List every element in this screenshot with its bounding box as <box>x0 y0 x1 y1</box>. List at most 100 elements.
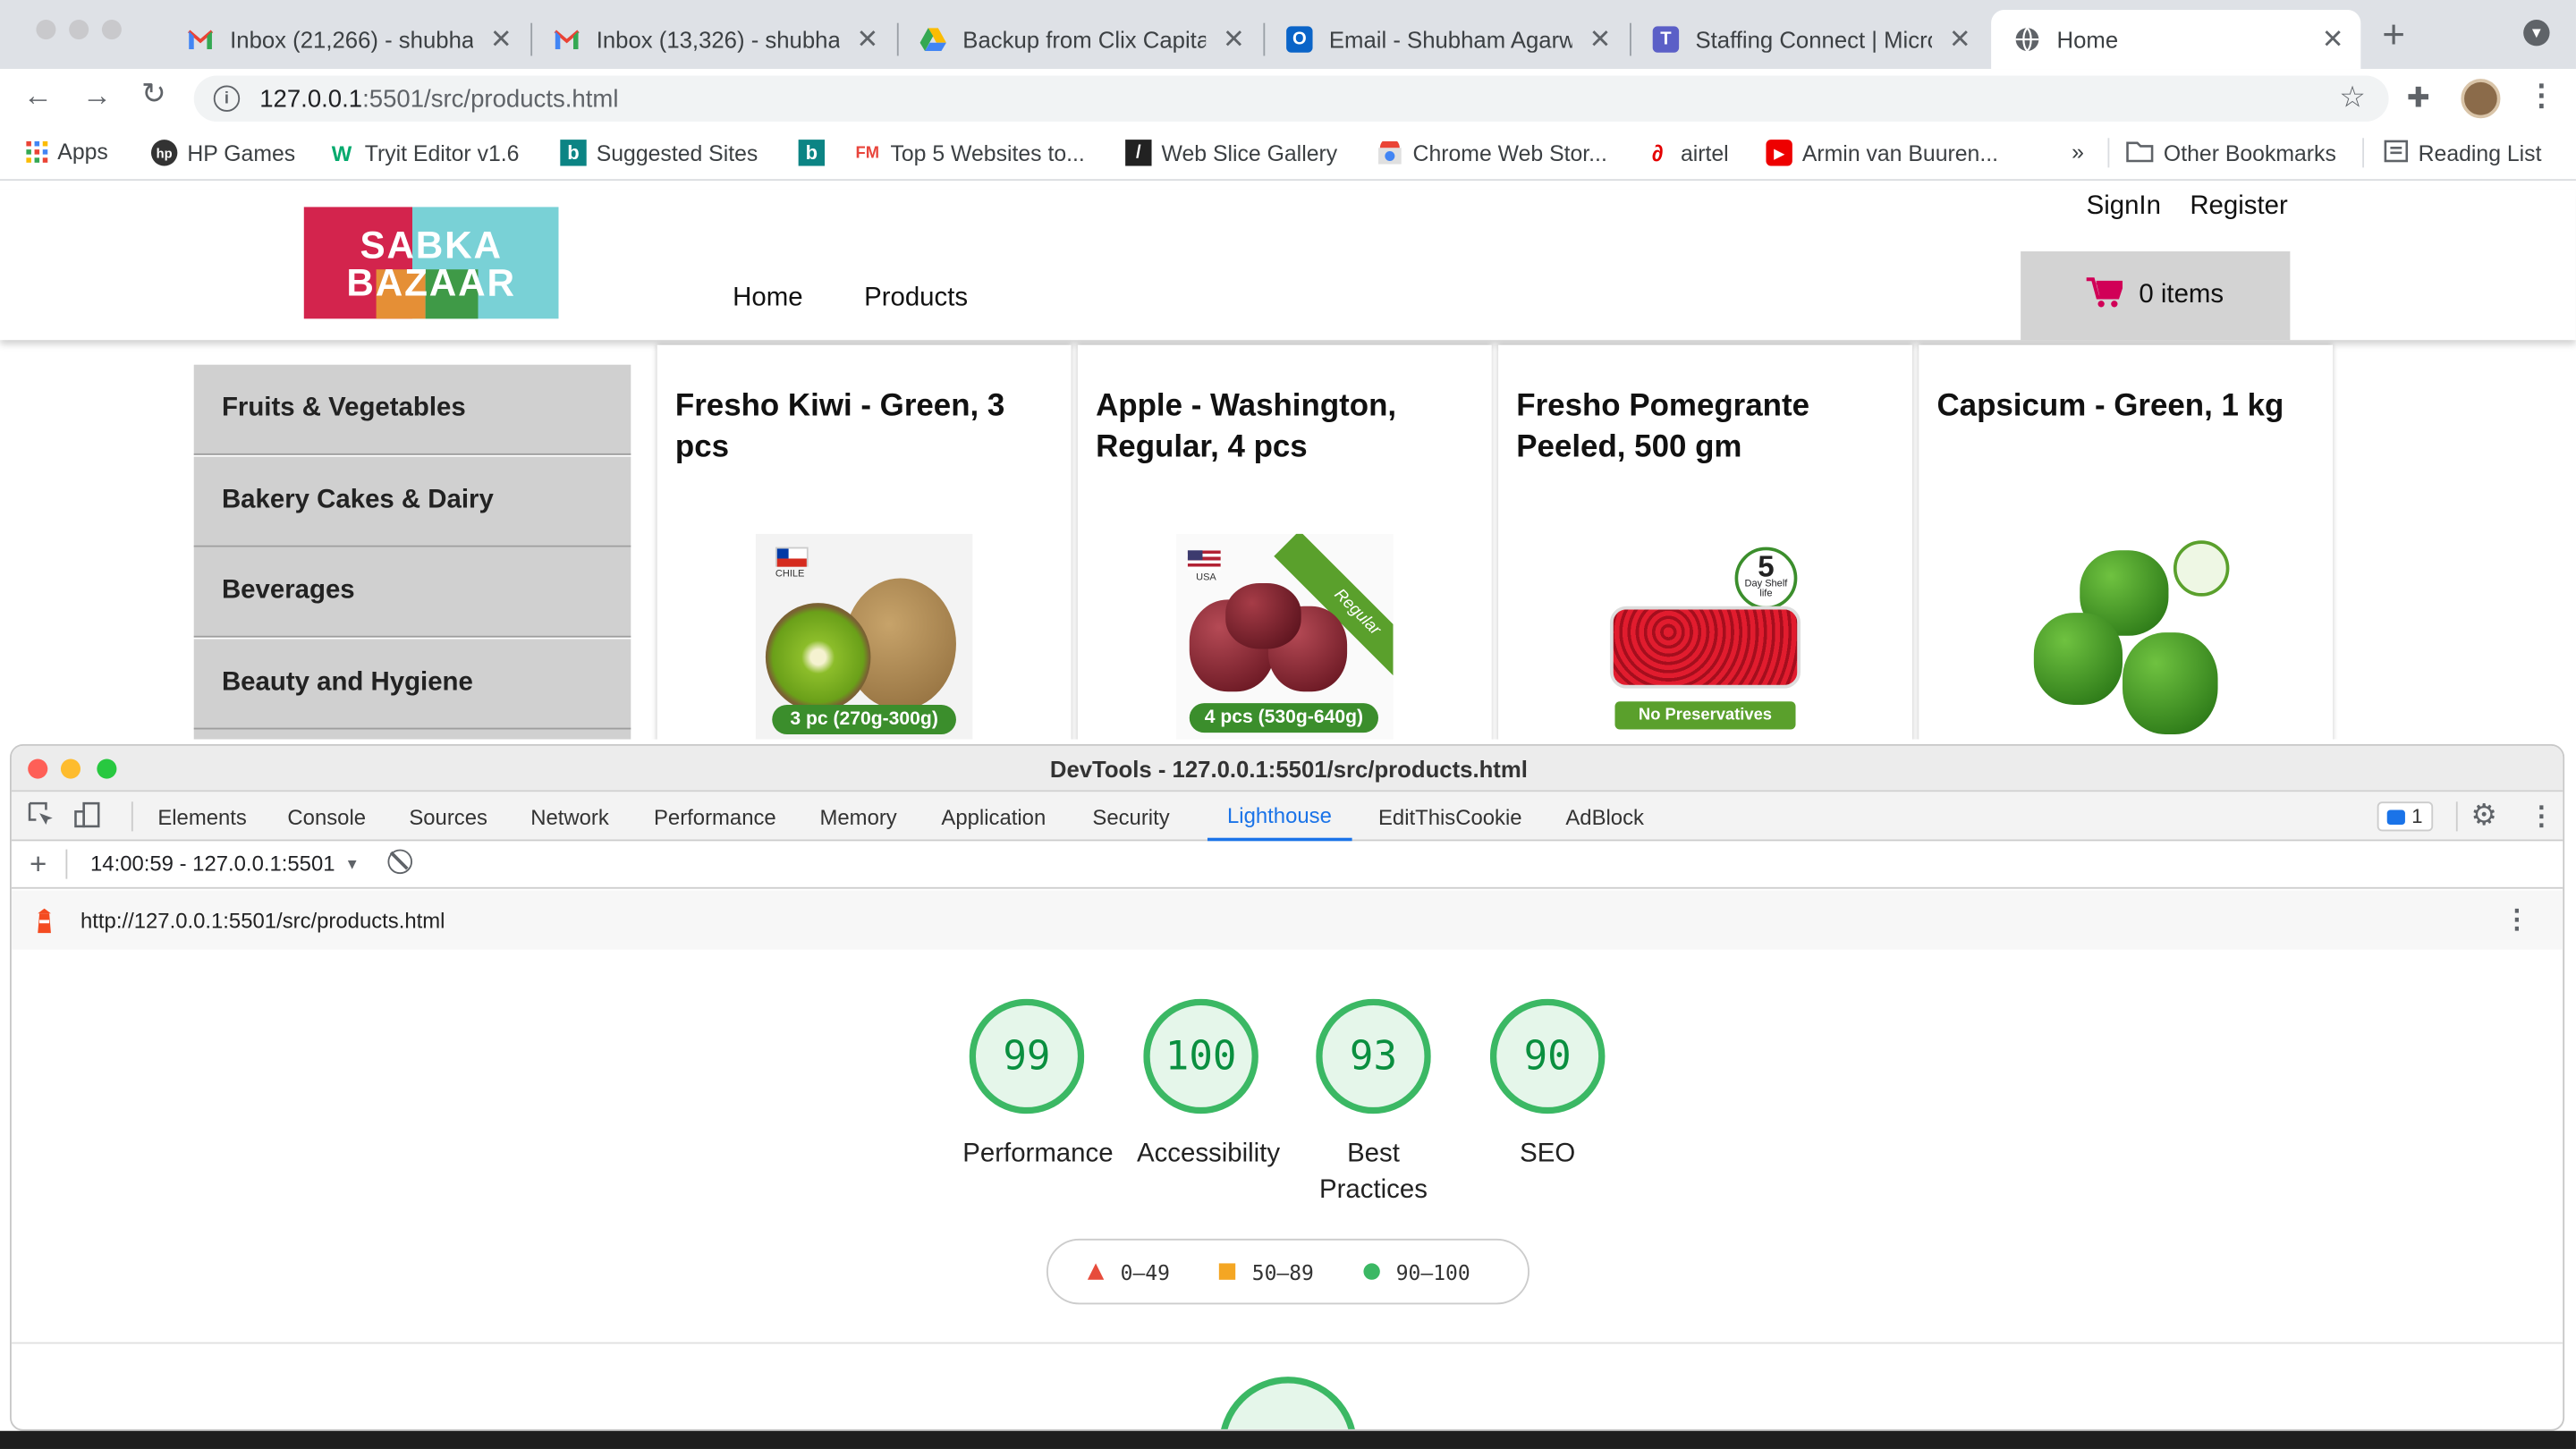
bookmark-apps[interactable]: Apps <box>26 140 108 165</box>
bookmark-tryit-editor[interactable]: W Tryit Editor v1.6 <box>328 140 520 165</box>
minimize-window-button[interactable] <box>69 20 89 40</box>
close-tab-icon[interactable]: ✕ <box>1223 23 1246 56</box>
close-tab-icon[interactable]: ✕ <box>1589 23 1612 56</box>
back-arrow-icon[interactable]: ← <box>23 79 53 114</box>
category-next[interactable] <box>193 729 631 740</box>
browser-tab-active[interactable]: Home ✕ <box>1991 10 2361 70</box>
tab-search-icon[interactable]: ▼ <box>2523 20 2550 47</box>
signin-link[interactable]: SignIn <box>2087 192 2161 222</box>
tab-security[interactable]: Security <box>1091 792 1172 841</box>
bookmark-chrome-web-store[interactable]: Chrome Web Stor... <box>1377 140 1607 165</box>
web-page: SABKA BAZAAR Home Products SignIn Regist… <box>0 189 2576 740</box>
bookmarks-overflow-button[interactable]: » <box>2072 140 2084 165</box>
bookmark-label: Apps <box>57 140 108 165</box>
report-menu-icon[interactable]: ⋮ <box>2504 903 2529 936</box>
tab-performance[interactable]: Performance <box>652 792 777 841</box>
hp-icon: hp <box>150 140 178 166</box>
capsicum-2 <box>2033 613 2123 705</box>
report-url[interactable]: http://127.0.0.1:5501/src/products.html <box>80 908 445 933</box>
inspect-element-icon[interactable] <box>28 801 54 833</box>
close-window-button[interactable] <box>36 20 56 40</box>
browser-tab[interactable]: Inbox (13,326) - shubham ✕ <box>530 10 895 69</box>
site-info-icon[interactable]: i <box>213 85 241 112</box>
apple-image: USA Regular 4 pcs (530g-640g) <box>1176 533 1394 740</box>
bookmark-airtel[interactable]: ∂ airtel <box>1645 140 1729 165</box>
bookmark-top-5-websites[interactable]: FM Top 5 Websites to... <box>854 140 1084 165</box>
register-link[interactable]: Register <box>2190 192 2287 222</box>
bookmark-b[interactable]: b <box>798 140 826 166</box>
apps-grid-icon <box>26 140 48 163</box>
product-card[interactable]: Apple - Washington, Regular, 4 pcs USA R… <box>1077 344 1492 740</box>
address-bar[interactable]: i 127.0.0.1:5501/src/products.html ☆ <box>193 75 2389 122</box>
apple-3 <box>1225 583 1301 649</box>
report-selector[interactable]: 14:00:59 - 127.0.0.1:5501 ▼ <box>90 851 360 876</box>
bookmark-label: Chrome Web Stor... <box>1412 140 1607 165</box>
close-tab-icon[interactable]: ✕ <box>2321 23 2344 56</box>
tab-memory[interactable]: Memory <box>818 792 899 841</box>
pomegranate-image: 5 Day Shelf life No Preservatives <box>1597 533 1814 740</box>
nav-products-link[interactable]: Products <box>864 284 968 314</box>
product-card[interactable]: Fresho Pomegrante Peeled, 500 gm 5 Day Sh… <box>1498 344 1912 740</box>
bookmark-suggested-sites[interactable]: b Suggested Sites <box>560 140 758 166</box>
devtools-menu-icon[interactable]: ⋮ <box>2529 800 2555 833</box>
tab-title: Home <box>2056 26 2119 53</box>
reload-icon[interactable]: ↻ <box>141 77 166 112</box>
product-title: Capsicum - Green, 1 kg <box>1936 389 2284 424</box>
new-tab-button[interactable]: + <box>2382 13 2405 59</box>
bookmark-other-bookmarks[interactable]: Other Bookmarks <box>2126 140 2336 167</box>
tab-console[interactable]: Console <box>286 792 368 841</box>
close-tab-icon[interactable]: ✕ <box>489 23 513 56</box>
browser-tab[interactable]: O Email - Shubham Agarwal ✕ <box>1263 10 1628 69</box>
fm-icon: FM <box>855 143 880 162</box>
device-toolbar-icon[interactable] <box>74 801 100 833</box>
browser-tab[interactable]: T Staffing Connect | Microsoft ✕ <box>1630 10 1987 69</box>
sabka-bazaar-logo[interactable]: SABKA BAZAAR <box>303 207 559 319</box>
tab-title: Inbox (21,266) - shubham <box>230 26 473 53</box>
gauge-ring: 90 <box>1489 998 1606 1114</box>
browser-menu-icon[interactable]: ⋮ <box>2527 79 2556 114</box>
bookmark-armin-van-buuren[interactable]: ▶ Armin van Buuren... <box>1766 140 1998 166</box>
maximize-window-button[interactable] <box>101 20 122 40</box>
profile-avatar[interactable] <box>2461 79 2501 119</box>
tab-editthiscookie[interactable]: EditThisCookie <box>1377 792 1523 841</box>
browser-tab[interactable]: Inbox (21,266) - shubham ✕ <box>165 10 530 69</box>
google-drive-icon <box>919 26 946 52</box>
tab-adblock[interactable]: AdBlock <box>1564 792 1646 841</box>
gmail-icon <box>187 26 214 52</box>
teams-icon: T <box>1652 26 1680 53</box>
bookmark-star-icon[interactable]: ☆ <box>2339 80 2366 115</box>
issues-counter[interactable]: 1 <box>2377 801 2433 832</box>
score-value: 99 <box>1003 1033 1051 1080</box>
bookmark-hp-games[interactable]: hp HP Games <box>150 140 295 166</box>
extensions-puzzle-icon[interactable]: ✚ <box>2407 82 2430 115</box>
gauge-seo[interactable]: 90 SEO <box>1484 998 1612 1174</box>
product-card[interactable]: Capsicum - Green, 1 kg <box>1919 344 2334 740</box>
score-value: 93 <box>1349 1033 1398 1080</box>
product-quantity-tag: 3 pc (270g-300g) <box>772 704 956 735</box>
gauge-accessibility[interactable]: 100 Accessibility <box>1137 998 1280 1174</box>
gauge-performance[interactable]: 99 Performance <box>962 998 1114 1174</box>
gauge-best-practices[interactable]: 93 Best Practices <box>1309 998 1437 1209</box>
product-card[interactable]: Fresho Kiwi - Green, 3 pcs CHILE 3 pc (2… <box>657 344 1072 740</box>
tab-network[interactable]: Network <box>529 792 610 841</box>
cart-button[interactable]: 0 items <box>2021 251 2291 341</box>
tab-application[interactable]: Application <box>940 792 1048 841</box>
browser-tab[interactable]: Backup from Clix Capital ✕ <box>897 10 1262 69</box>
reading-list-button[interactable]: Reading List <box>2384 140 2541 167</box>
tab-sources[interactable]: Sources <box>408 792 489 841</box>
clear-reports-icon[interactable] <box>387 849 413 875</box>
category-beverages[interactable]: Beverages <box>193 547 631 638</box>
category-bakery-cakes-dairy[interactable]: Bakery Cakes & Dairy <box>193 456 631 547</box>
category-beauty-hygiene[interactable]: Beauty and Hygiene <box>193 639 631 730</box>
settings-gear-icon[interactable]: ⚙ <box>2470 799 2497 834</box>
nav-home-link[interactable]: Home <box>733 284 802 314</box>
tab-lighthouse[interactable]: Lighthouse <box>1207 792 1352 842</box>
close-tab-icon[interactable]: ✕ <box>856 23 879 56</box>
forward-arrow-icon[interactable]: → <box>82 79 112 114</box>
tab-elements[interactable]: Elements <box>156 792 248 841</box>
close-tab-icon[interactable]: ✕ <box>1948 23 1971 56</box>
bookmark-web-slice-gallery[interactable]: / Web Slice Gallery <box>1125 140 1337 166</box>
new-report-icon[interactable]: + <box>30 848 47 883</box>
devtools-window: DevTools - 127.0.0.1:5501/src/products.h… <box>10 744 2565 1431</box>
category-fruits-vegetables[interactable]: Fruits & Vegetables <box>193 364 631 455</box>
